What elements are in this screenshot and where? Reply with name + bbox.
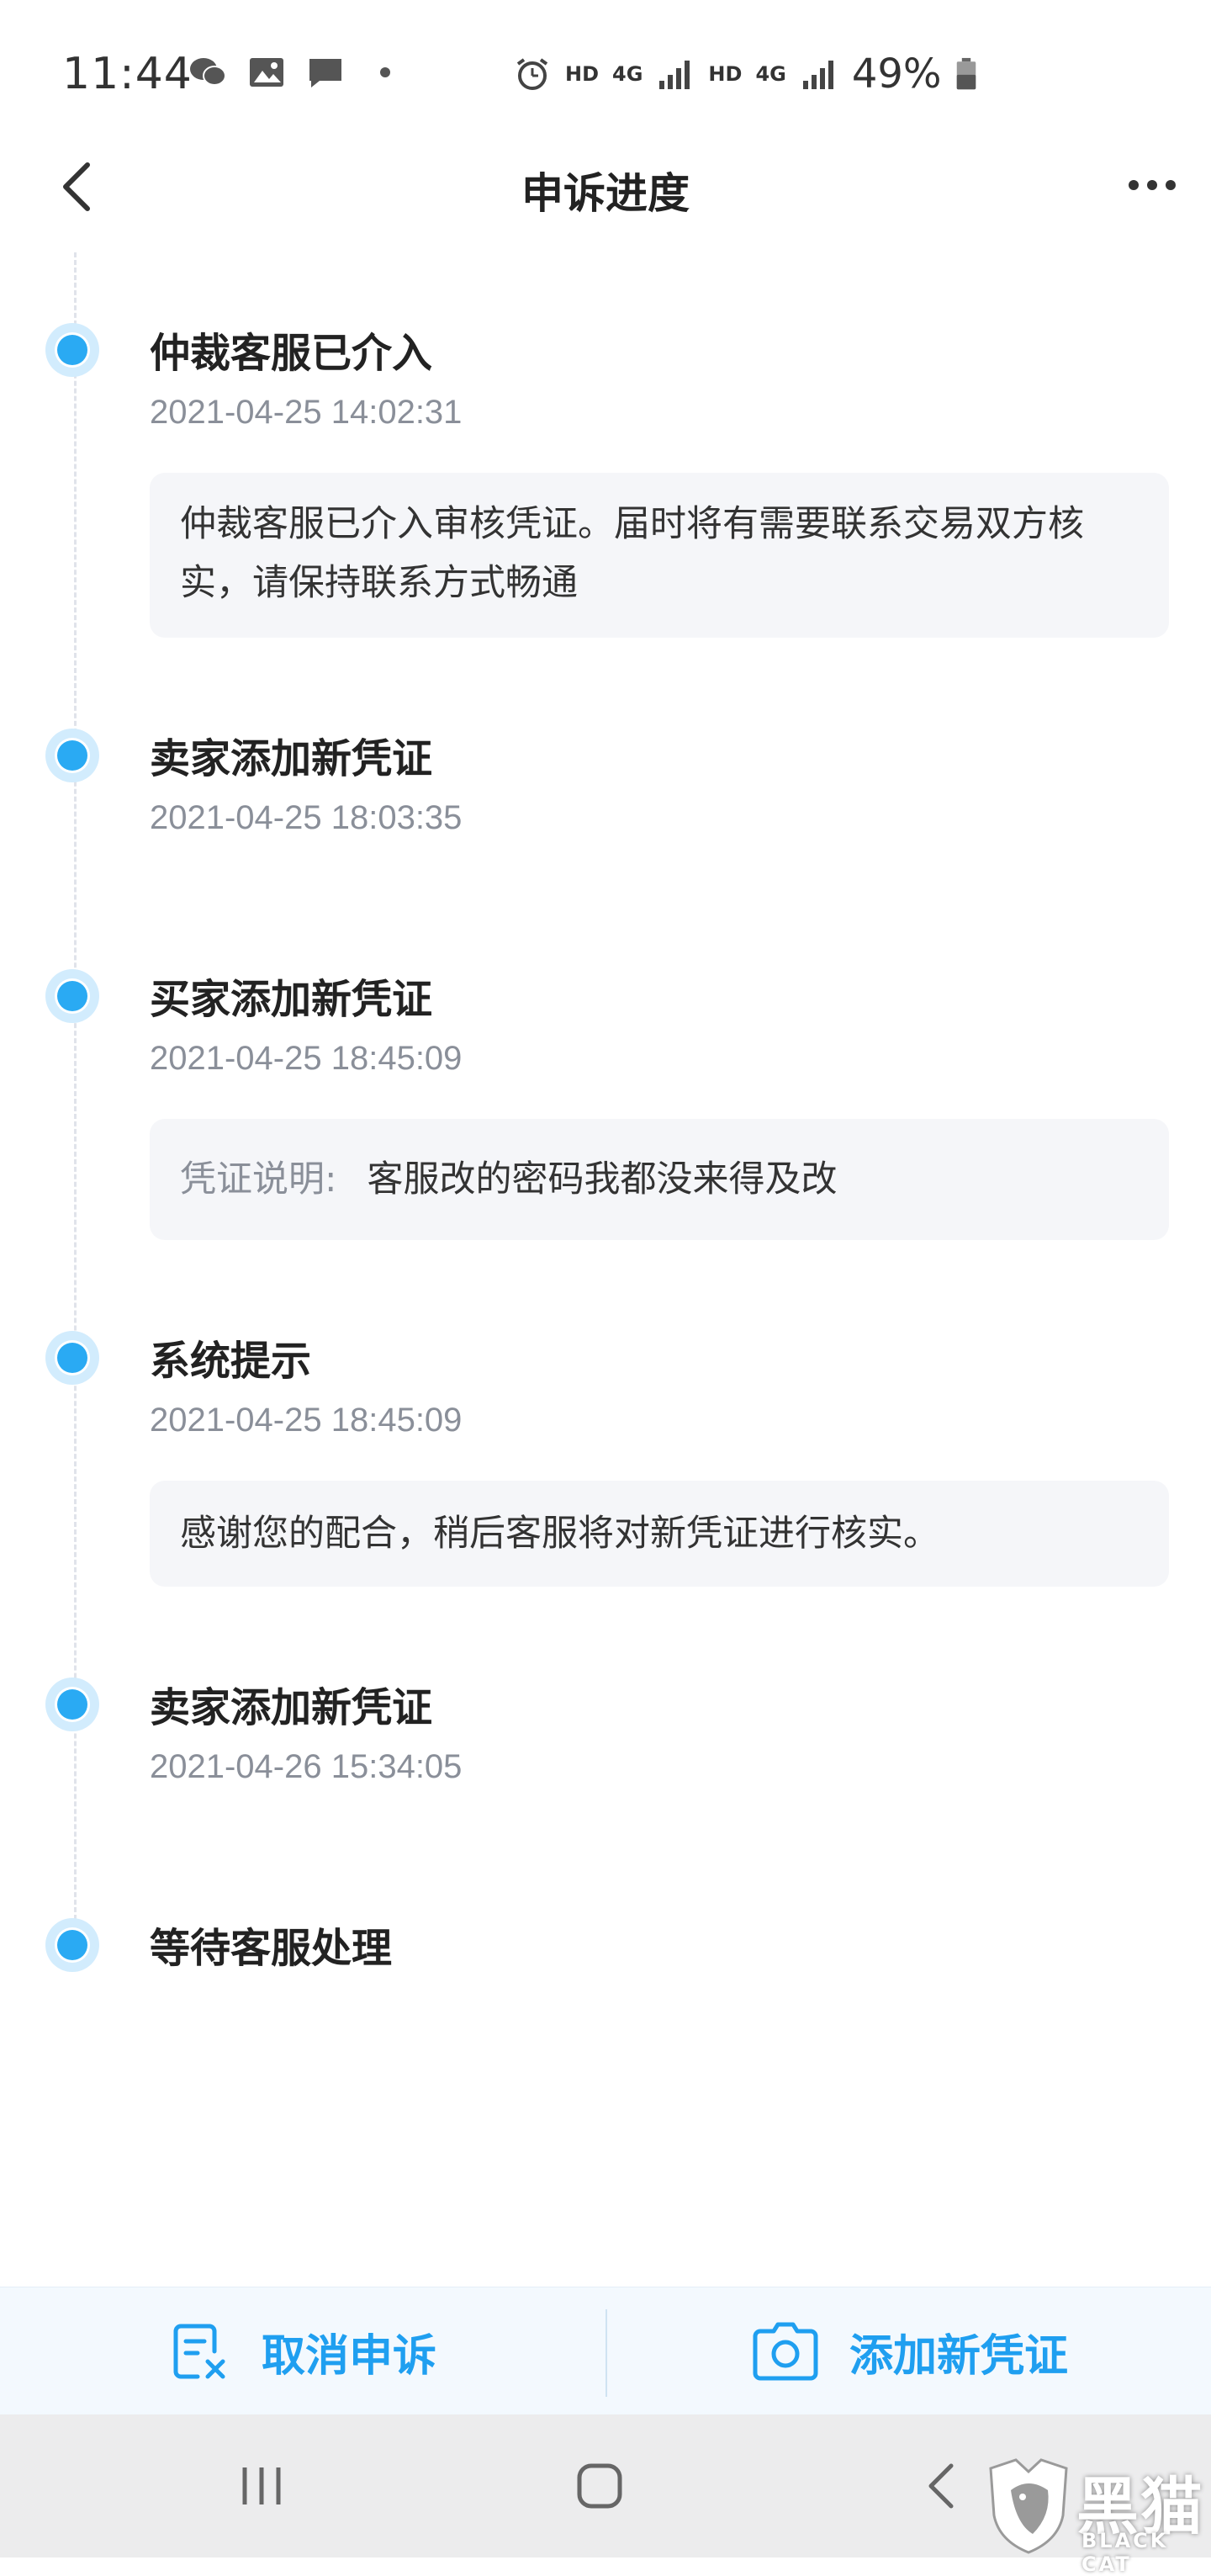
timeline-detail: 感谢您的配合，稍后客服将对新凭证进行核实。 <box>150 1481 1169 1587</box>
timeline-title: 等待客服处理 <box>150 1925 393 1972</box>
timeline-dot-icon <box>45 1678 99 1731</box>
hd-indicator-2: HD <box>708 62 743 86</box>
message-icon <box>309 59 341 87</box>
camera-icon <box>753 2322 818 2381</box>
network-type-2: 4G <box>755 62 786 86</box>
more-button[interactable] <box>1118 160 1186 210</box>
status-bar: 11:44 HD 4G HD 4G 49% <box>0 0 1211 135</box>
wechat-icon <box>190 58 226 86</box>
recent-apps-icon <box>242 2467 281 2504</box>
page-title: 申诉进度 <box>521 169 690 218</box>
timeline-dot-icon <box>45 969 99 1023</box>
timeline-title: 仲裁客服已介入 <box>150 330 433 377</box>
timeline-dot-icon <box>45 1918 99 1972</box>
more-dots-icon <box>1129 180 1176 190</box>
add-evidence-label: 添加新凭证 <box>849 2330 1068 2382</box>
home-button[interactable] <box>553 2448 646 2524</box>
recent-apps-button[interactable] <box>215 2448 308 2524</box>
more-notifications-dot <box>380 67 390 77</box>
timeline-detail-text: 感谢您的配合，稍后客服将对新凭证进行核实。 <box>180 1513 939 1555</box>
status-system-icons: HD 4G HD 4G 49% <box>513 50 977 98</box>
app-header: 申诉进度 <box>0 135 1211 244</box>
timeline-detail-text: 仲裁客服已介入审核凭证。届时将有需要联系交易双方核实，请保持联系方式畅通 <box>180 503 1084 604</box>
signal-icon <box>659 61 690 89</box>
cancel-document-icon <box>173 2324 225 2379</box>
timeline-time: 2021-04-25 14:02:31 <box>150 394 463 431</box>
watermark: 黑猫 BLACK CAT <box>982 2457 1211 2576</box>
cancel-appeal-label: 取消申诉 <box>261 2330 436 2382</box>
timeline-title: 卖家添加新凭证 <box>150 1684 433 1731</box>
black-cat-logo-icon <box>989 2458 1068 2554</box>
battery-icon <box>956 57 976 90</box>
timeline-time: 2021-04-25 18:45:09 <box>150 1402 463 1439</box>
evidence-description-label: 凭证说明: <box>180 1158 337 1201</box>
timeline-title: 卖家添加新凭证 <box>150 735 433 782</box>
timeline-title: 系统提示 <box>150 1338 312 1385</box>
system-back-button[interactable] <box>895 2448 987 2524</box>
timeline-dot-icon <box>45 323 99 377</box>
add-evidence-button[interactable]: 添加新凭证 <box>607 2287 1211 2415</box>
watermark-subtext: BLACK CAT <box>1081 2529 1169 2576</box>
timeline-detail: 凭证说明: 客服改的密码我都没来得及改 <box>150 1119 1169 1240</box>
image-icon <box>250 58 283 87</box>
timeline-detail-text: 客服改的密码我都没来得及改 <box>367 1158 838 1201</box>
timeline-dot-icon <box>45 1331 99 1385</box>
back-arrow-icon <box>928 2463 954 2509</box>
appeal-timeline: 仲裁客服已介入 2021-04-25 14:02:31 仲裁客服已介入审核凭证。… <box>0 252 1211 2271</box>
status-notification-icons <box>188 56 390 89</box>
status-time: 11:44 <box>62 49 193 99</box>
cancel-appeal-button[interactable]: 取消申诉 <box>0 2287 606 2415</box>
timeline-time: 2021-04-26 15:34:05 <box>150 1748 463 1785</box>
battery-percent: 49% <box>851 50 942 98</box>
timeline-title: 买家添加新凭证 <box>150 976 433 1023</box>
network-type-1: 4G <box>612 62 643 86</box>
action-bar: 取消申诉 添加新凭证 <box>0 2287 1211 2415</box>
timeline-dot-icon <box>45 729 99 782</box>
timeline-time: 2021-04-25 18:03:35 <box>150 799 463 836</box>
timeline-detail: 仲裁客服已介入审核凭证。届时将有需要联系交易双方核实，请保持联系方式畅通 <box>150 473 1169 638</box>
timeline-time: 2021-04-25 18:45:09 <box>150 1040 463 1077</box>
alarm-icon <box>516 58 548 90</box>
signal-icon-2 <box>802 61 833 89</box>
home-icon <box>577 2463 622 2509</box>
hd-indicator-1: HD <box>565 62 600 86</box>
